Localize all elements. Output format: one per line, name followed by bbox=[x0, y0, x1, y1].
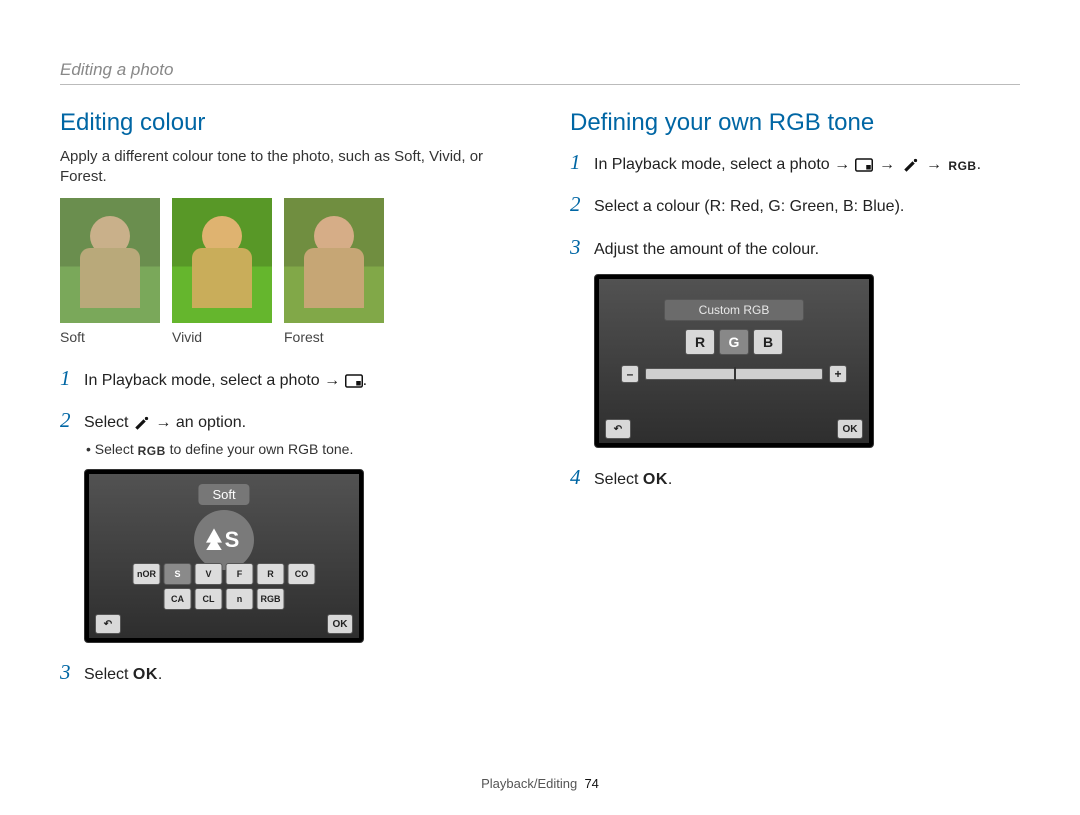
lcd-option-grid: nOR S V F R CO CA CL n RGB bbox=[133, 563, 316, 610]
right-steps: 1 In Playback mode, select a photo → → →… bbox=[570, 147, 1020, 262]
ok-label: OK bbox=[643, 471, 668, 488]
rstep3: Adjust the amount of the colour. bbox=[594, 238, 1020, 261]
thumbnail-labels: Soft Vivid Forest bbox=[60, 329, 510, 345]
right-step-2: 2 Select a colour (R: Red, G: Green, B: … bbox=[570, 189, 1020, 219]
lcd-tooltip: Soft bbox=[198, 484, 249, 505]
left-step-3: 3 Select OK. bbox=[60, 657, 510, 687]
thumbnail-soft bbox=[60, 198, 160, 323]
lcd-back-button[interactable]: ↶ bbox=[605, 419, 631, 439]
lcd-preview-soft: Soft S nOR S V F R CO CA CL n RGB bbox=[84, 469, 364, 643]
thumb-label-vivid: Vivid bbox=[172, 329, 272, 345]
lcd-back-button[interactable]: ↶ bbox=[95, 614, 121, 634]
step-number: 4 bbox=[570, 462, 586, 492]
lcd-slider[interactable]: – + bbox=[621, 365, 847, 383]
thumbnail-row bbox=[60, 198, 510, 323]
section-title-rgb: Defining your own RGB tone bbox=[570, 109, 1020, 137]
thumbnail-forest bbox=[284, 198, 384, 323]
step-number: 3 bbox=[570, 232, 586, 262]
lcd-selected-circle: S bbox=[194, 510, 254, 570]
thumb-label-forest: Forest bbox=[284, 329, 384, 345]
rgb-b[interactable]: B bbox=[753, 329, 783, 355]
opt-n[interactable]: n bbox=[226, 588, 254, 610]
right-step-4: 4 Select OK. bbox=[570, 462, 1020, 492]
thumb-label-soft: Soft bbox=[60, 329, 160, 345]
rgb-inline-icon: RGB bbox=[948, 158, 976, 175]
rgb-inline-icon: RGB bbox=[138, 444, 166, 458]
left-step-2: 2 Select → an option. bbox=[60, 405, 510, 435]
step1-period: . bbox=[363, 372, 367, 389]
step1-text: In Playback mode, select a photo → bbox=[84, 372, 340, 389]
step-number: 2 bbox=[60, 405, 76, 435]
right-step-3: 3 Adjust the amount of the colour. bbox=[570, 232, 1020, 262]
left-step-2-sub: Select RGB to define your own RGB tone. bbox=[86, 441, 510, 457]
rstep1-a: In Playback mode, select a photo → bbox=[594, 156, 850, 173]
rstep4-period: . bbox=[668, 471, 672, 488]
slider-track[interactable] bbox=[645, 368, 823, 380]
lcd-ok-button[interactable]: OK bbox=[327, 614, 353, 634]
arrow-icon: → bbox=[879, 153, 895, 176]
step3-period: . bbox=[158, 666, 162, 683]
opt-r[interactable]: R bbox=[257, 563, 285, 585]
opt-co[interactable]: CO bbox=[288, 563, 316, 585]
sub-b: to define your own RGB tone. bbox=[170, 441, 354, 457]
step3-a: Select bbox=[84, 666, 128, 683]
footer-page-number: 74 bbox=[584, 776, 598, 791]
step-number: 1 bbox=[60, 363, 76, 393]
opt-rgb[interactable]: RGB bbox=[257, 588, 285, 610]
lcd-rgb-title: Custom RGB bbox=[664, 299, 804, 321]
footer-section: Playback/Editing bbox=[481, 776, 577, 791]
lcd-rgb-row: R G B bbox=[685, 329, 783, 355]
sub-a: Select bbox=[95, 441, 134, 457]
rgb-g[interactable]: G bbox=[719, 329, 749, 355]
step-number: 3 bbox=[60, 657, 76, 687]
rstep4-a: Select bbox=[594, 471, 638, 488]
left-steps: 1 In Playback mode, select a photo → . 2… bbox=[60, 363, 510, 436]
brush-icon bbox=[133, 416, 151, 430]
page-footer: Playback/Editing 74 bbox=[0, 776, 1080, 791]
left-column: Editing colour Apply a different colour … bbox=[60, 109, 510, 700]
right-steps-cont: 4 Select OK. bbox=[570, 462, 1020, 492]
right-step-1: 1 In Playback mode, select a photo → → →… bbox=[570, 147, 1020, 177]
lcd-preview-rgb: Custom RGB R G B – + ↶ OK bbox=[594, 274, 874, 448]
intro-text: Apply a different colour tone to the pho… bbox=[60, 147, 510, 188]
opt-cl[interactable]: CL bbox=[195, 588, 223, 610]
opt-s[interactable]: S bbox=[164, 563, 192, 585]
left-step-1: 1 In Playback mode, select a photo → . bbox=[60, 363, 510, 393]
two-column-layout: Editing colour Apply a different colour … bbox=[60, 109, 1020, 700]
slider-minus[interactable]: – bbox=[621, 365, 639, 383]
step-number: 2 bbox=[570, 189, 586, 219]
rstep1-period: . bbox=[977, 156, 981, 173]
arrow-icon: → bbox=[926, 153, 942, 176]
opt-ca[interactable]: CA bbox=[164, 588, 192, 610]
ok-label: OK bbox=[133, 666, 158, 683]
rgb-r[interactable]: R bbox=[685, 329, 715, 355]
step-number: 1 bbox=[570, 147, 586, 177]
slider-plus[interactable]: + bbox=[829, 365, 847, 383]
edit-menu-icon bbox=[855, 158, 873, 172]
step2-a: Select bbox=[84, 414, 128, 431]
right-column: Defining your own RGB tone 1 In Playback… bbox=[570, 109, 1020, 700]
lcd-ok-button[interactable]: OK bbox=[837, 419, 863, 439]
edit-menu-icon bbox=[345, 374, 363, 388]
brush-icon bbox=[902, 158, 920, 172]
breadcrumb: Editing a photo bbox=[60, 60, 1020, 85]
section-title-editing-colour: Editing colour bbox=[60, 109, 510, 137]
thumbnail-vivid bbox=[172, 198, 272, 323]
opt-nor[interactable]: nOR bbox=[133, 563, 161, 585]
opt-v[interactable]: V bbox=[195, 563, 223, 585]
opt-f[interactable]: F bbox=[226, 563, 254, 585]
step2-b: → an option. bbox=[155, 414, 246, 431]
rstep2: Select a colour (R: Red, G: Green, B: Bl… bbox=[594, 195, 1020, 218]
left-steps-cont: 3 Select OK. bbox=[60, 657, 510, 687]
